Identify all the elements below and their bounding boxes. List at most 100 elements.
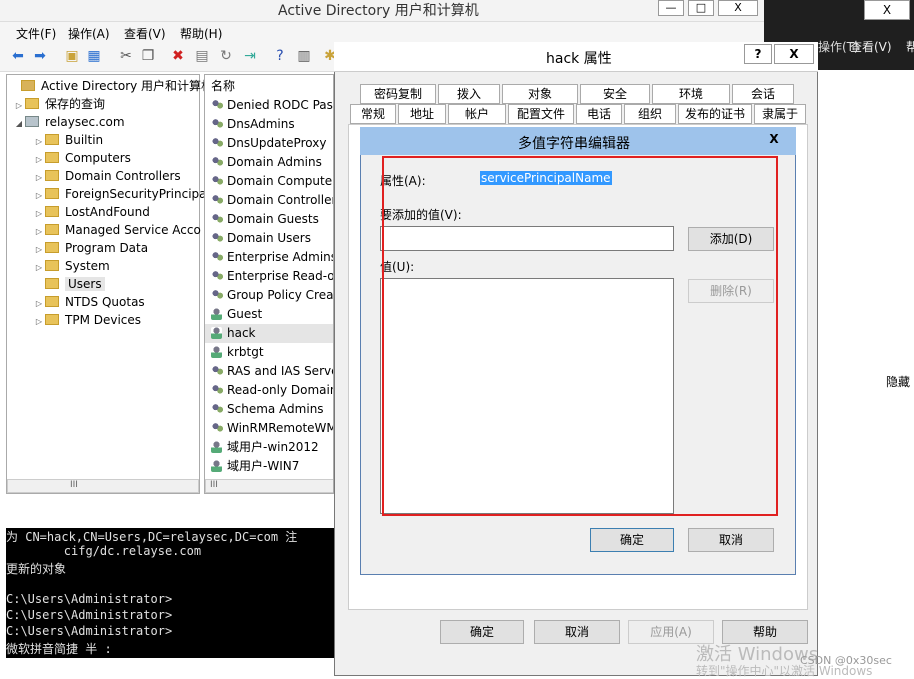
- tree-item[interactable]: Active Directory 用户和计算机: [9, 77, 213, 95]
- tree-horizontal-scrollbar[interactable]: III: [7, 479, 199, 493]
- tree-expander[interactable]: ◢: [13, 115, 25, 133]
- scroll-thumb[interactable]: III: [70, 480, 78, 490]
- list-item[interactable]: Enterprise Admins: [211, 248, 333, 267]
- background-menu-help[interactable]: 帮: [906, 38, 914, 55]
- close-button[interactable]: X: [718, 0, 758, 16]
- tab-dial-in[interactable]: 拨入: [438, 84, 500, 104]
- list-item[interactable]: Domain Admins: [211, 153, 322, 172]
- tree-item[interactable]: ▷ ForeignSecurityPrincipa: [33, 185, 207, 203]
- tab-telephones[interactable]: 电话: [576, 104, 622, 124]
- tree-item[interactable]: ▷ Computers: [33, 149, 131, 167]
- menu-help[interactable]: 帮助(H): [180, 25, 222, 42]
- list-item[interactable]: Domain Computer: [211, 172, 333, 191]
- list-item[interactable]: Enterprise Read-o: [211, 267, 333, 286]
- list-item[interactable]: 域用户-win2012: [211, 438, 319, 457]
- tree-item[interactable]: ▷ NTDS Quotas: [33, 293, 145, 311]
- cut-icon[interactable]: ✂: [118, 48, 134, 64]
- export-icon[interactable]: ⇥: [242, 48, 258, 64]
- menu-file[interactable]: 文件(F): [16, 25, 56, 42]
- tree-item[interactable]: ▷ Program Data: [33, 239, 148, 257]
- scroll-thumb[interactable]: III: [210, 480, 218, 490]
- background-menu-view[interactable]: 查看(V): [850, 38, 892, 55]
- tree-item-label: NTDS Quotas: [65, 295, 145, 309]
- tab-environment[interactable]: 环境: [652, 84, 730, 104]
- list-item[interactable]: Domain Guests: [211, 210, 319, 229]
- tree-item-label: Domain Controllers: [65, 169, 181, 183]
- list-horizontal-scrollbar[interactable]: III: [205, 479, 333, 493]
- group-icon: [211, 213, 224, 225]
- tree-expander[interactable]: ▷: [33, 313, 45, 331]
- group-icon: [211, 251, 224, 263]
- hide-link[interactable]: 隐藏: [886, 373, 910, 390]
- tree-item[interactable]: ▷ System: [33, 257, 110, 275]
- tab-profile[interactable]: 配置文件: [508, 104, 574, 124]
- tab-address[interactable]: 地址: [398, 104, 446, 124]
- tree-item[interactable]: ▷ Domain Controllers: [33, 167, 181, 185]
- tree-item[interactable]: ▷ Managed Service Acco: [33, 221, 201, 239]
- list-item[interactable]: RAS and IAS Serve: [211, 362, 334, 381]
- list-item[interactable]: krbtgt: [211, 343, 264, 362]
- tree-item[interactable]: ◢ relaysec.com: [13, 113, 125, 131]
- list-item[interactable]: Guest: [211, 305, 262, 324]
- list-item[interactable]: DnsUpdateProxy: [211, 134, 326, 153]
- tree-item[interactable]: ▷ LostAndFound: [33, 203, 150, 221]
- list-item-label: RAS and IAS Serve: [227, 364, 334, 378]
- help-icon[interactable]: ?: [272, 48, 288, 64]
- properties-ok-button[interactable]: 确定: [440, 620, 524, 644]
- tree-item-label: Builtin: [65, 133, 104, 147]
- list-item-selected[interactable]: hack: [205, 324, 333, 343]
- console-icon[interactable]: ▥: [296, 48, 312, 64]
- tree-item[interactable]: ▷ TPM Devices: [33, 311, 141, 329]
- user-icon: [211, 308, 222, 320]
- editor-cancel-button[interactable]: 取消: [688, 528, 774, 552]
- tab-organization[interactable]: 组织: [624, 104, 676, 124]
- background-close-button[interactable]: X: [864, 0, 910, 20]
- up-folder-icon[interactable]: ▣: [64, 48, 80, 64]
- group-icon: [211, 270, 224, 282]
- properties-close-button[interactable]: X: [774, 44, 814, 64]
- list-item[interactable]: WinRMRemoteWM: [211, 419, 333, 438]
- csdn-credit: CSDN @0x30sec: [800, 654, 892, 667]
- help-question-button[interactable]: ?: [744, 44, 772, 64]
- console-line: cifg/dc.relayse.com: [6, 544, 202, 558]
- list-item-label: Schema Admins: [227, 402, 324, 416]
- copy-icon[interactable]: ❐: [140, 48, 156, 64]
- tab-member-of[interactable]: 隶属于: [754, 104, 806, 124]
- forward-icon[interactable]: ➡: [32, 48, 48, 64]
- properties-icon[interactable]: ▤: [194, 48, 210, 64]
- editor-ok-button[interactable]: 确定: [590, 528, 674, 552]
- column-header-name[interactable]: 名称: [211, 77, 235, 96]
- tab-published-certificates[interactable]: 发布的证书: [678, 104, 752, 124]
- refresh-icon[interactable]: ↻: [218, 48, 234, 64]
- command-console[interactable]: 为 CN=hack,CN=Users,DC=relaysec,DC=com 注 …: [6, 528, 334, 658]
- minimize-button[interactable]: —: [658, 0, 684, 16]
- maximize-button[interactable]: □: [688, 0, 714, 16]
- list-item[interactable]: 域用户-WIN7: [211, 457, 299, 476]
- folder-icon: [45, 152, 59, 163]
- delete-icon[interactable]: ✖: [170, 48, 186, 64]
- list-item[interactable]: Group Policy Crea: [211, 286, 333, 305]
- list-item[interactable]: Domain Users: [211, 229, 311, 248]
- back-icon[interactable]: ⬅: [10, 48, 26, 64]
- editor-title: 多值字符串编辑器: [518, 136, 630, 152]
- properties-cancel-button[interactable]: 取消: [534, 620, 620, 644]
- tab-sessions[interactable]: 会话: [732, 84, 794, 104]
- list-item[interactable]: Schema Admins: [211, 400, 324, 419]
- list-item[interactable]: Denied RODC Pas: [211, 96, 333, 115]
- list-item[interactable]: Domain Controller: [211, 191, 333, 210]
- editor-close-button[interactable]: X: [756, 129, 792, 149]
- menu-action[interactable]: 操作(A): [68, 25, 110, 42]
- tab-object[interactable]: 对象: [502, 84, 578, 104]
- tab-general[interactable]: 常规: [350, 104, 396, 124]
- menu-view[interactable]: 查看(V): [124, 25, 166, 42]
- tab-account[interactable]: 帐户: [448, 104, 506, 124]
- tab-password-replication[interactable]: 密码复制: [360, 84, 436, 104]
- folder-icon: [45, 314, 59, 325]
- list-item[interactable]: DnsAdmins: [211, 115, 295, 134]
- tab-security[interactable]: 安全: [580, 84, 650, 104]
- list-item[interactable]: Read-only Domain: [211, 381, 333, 400]
- tree-item-users-selected[interactable]: Users: [33, 275, 183, 293]
- tree-item[interactable]: ▷ 保存的查询: [13, 95, 105, 113]
- show-tree-icon[interactable]: ▦: [86, 48, 102, 64]
- tree-item[interactable]: ▷ Builtin: [33, 131, 103, 149]
